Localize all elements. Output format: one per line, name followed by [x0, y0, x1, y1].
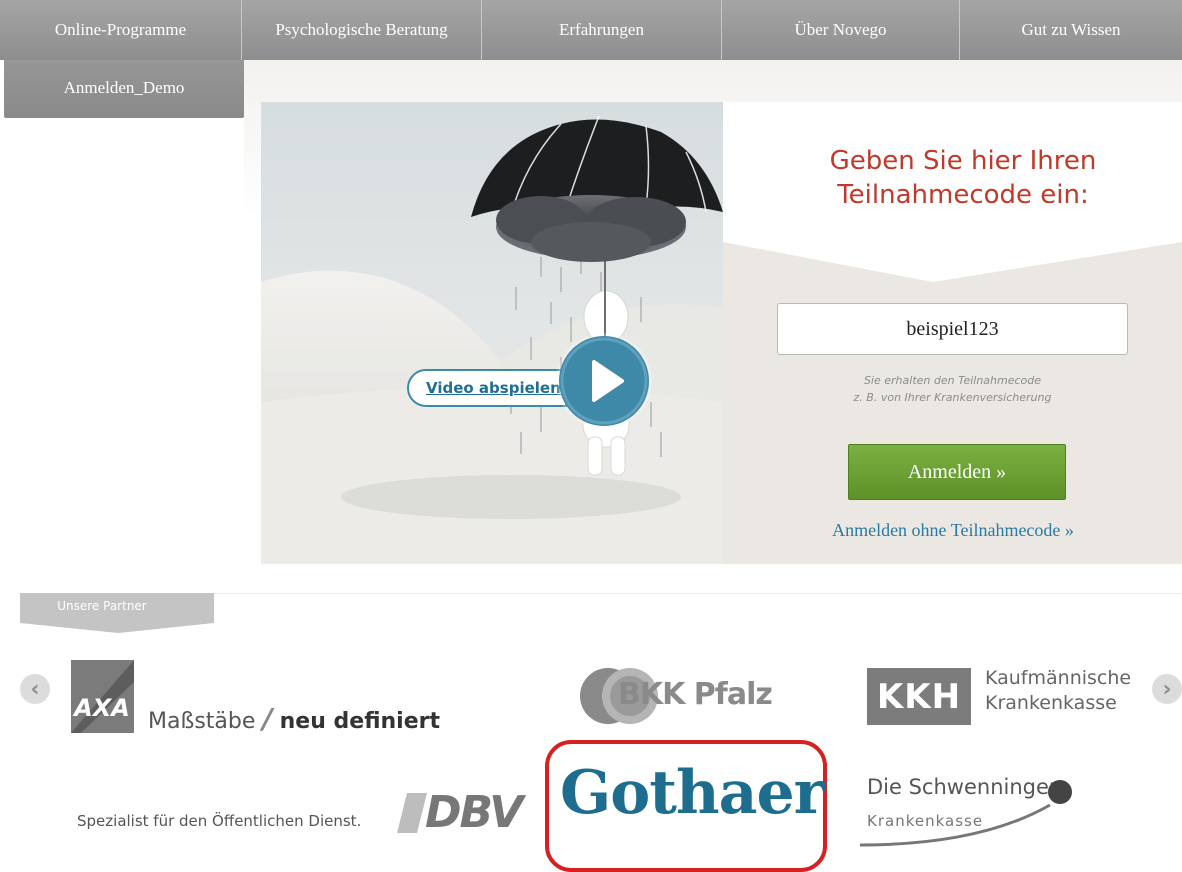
login-button[interactable]: Anmelden » — [848, 444, 1066, 500]
dbv-slash-icon — [397, 793, 427, 833]
partners-heading-tag: Unsere Partner — [20, 593, 214, 633]
subnav-item-anmelden-demo[interactable]: Anmelden_Demo — [4, 60, 244, 118]
axa-logo-icon[interactable]: AXA — [71, 660, 134, 733]
bkk-pfalz-name: BKK Pfalz — [618, 677, 773, 712]
axa-tagline-b: neu definiert — [279, 709, 440, 734]
schwenninger-sub: Krankenkasse — [867, 812, 984, 830]
kkh-name-line2: Krankenkasse — [985, 692, 1117, 714]
partners-next-arrow[interactable]: › — [1152, 674, 1182, 704]
nav-item-psychologische-beratung[interactable]: Psychologische Beratung — [242, 0, 482, 60]
play-button[interactable] — [559, 336, 649, 426]
nav-item-erfahrungen[interactable]: Erfahrungen — [482, 0, 722, 60]
axa-logo-text: AXA — [72, 694, 130, 722]
login-panel: Geben Sie hier Ihren Teilnahmecode ein: … — [723, 102, 1182, 564]
nav-item-online-programme[interactable]: Online-Programme — [0, 0, 242, 60]
gothaer-logo[interactable]: Gothaer — [560, 758, 825, 828]
partners-prev-arrow[interactable]: ‹ — [20, 674, 50, 704]
axa-tagline-separator: / — [262, 702, 273, 735]
main-nav: Online-Programme Psychologische Beratung… — [0, 0, 1182, 60]
axa-tagline: Maßstäbe / neu definiert — [148, 702, 440, 735]
axa-tagline-a: Maßstäbe — [148, 709, 256, 734]
play-icon — [560, 337, 648, 425]
dbv-logo[interactable]: DBV — [425, 787, 523, 838]
dbv-tagline: Spezialist für den Öffentlichen Dienst. — [77, 812, 362, 830]
video-play-link[interactable]: Video abspielen — [407, 369, 567, 407]
nav-item-ueber-novego[interactable]: Über Novego — [722, 0, 960, 60]
video-area[interactable] — [261, 102, 723, 564]
code-hint-line1: Sie erhalten den Teilnahmecode — [863, 374, 1042, 387]
kkh-name-line1: Kaufmännische — [985, 667, 1132, 689]
code-hint: Sie erhalten den Teilnahmecode z. B. von… — [777, 372, 1128, 406]
login-without-code-link[interactable]: Anmelden ohne Teilnahmecode » — [763, 520, 1143, 541]
schwenninger-name: Die Schwenninger — [867, 775, 1058, 799]
participation-code-input[interactable] — [777, 303, 1128, 355]
code-hint-line2: z. B. von Ihrer Krankenversicherung — [853, 391, 1052, 404]
kkh-logo[interactable]: KKH — [867, 668, 971, 725]
nav-item-gut-zu-wissen[interactable]: Gut zu Wissen — [960, 0, 1182, 60]
kkh-name: Kaufmännische Krankenkasse — [985, 666, 1131, 716]
video-illustration — [261, 115, 723, 564]
login-title: Geben Sie hier Ihren Teilnahmecode ein: — [829, 146, 1097, 210]
partners-heading: Unsere Partner — [57, 599, 147, 613]
